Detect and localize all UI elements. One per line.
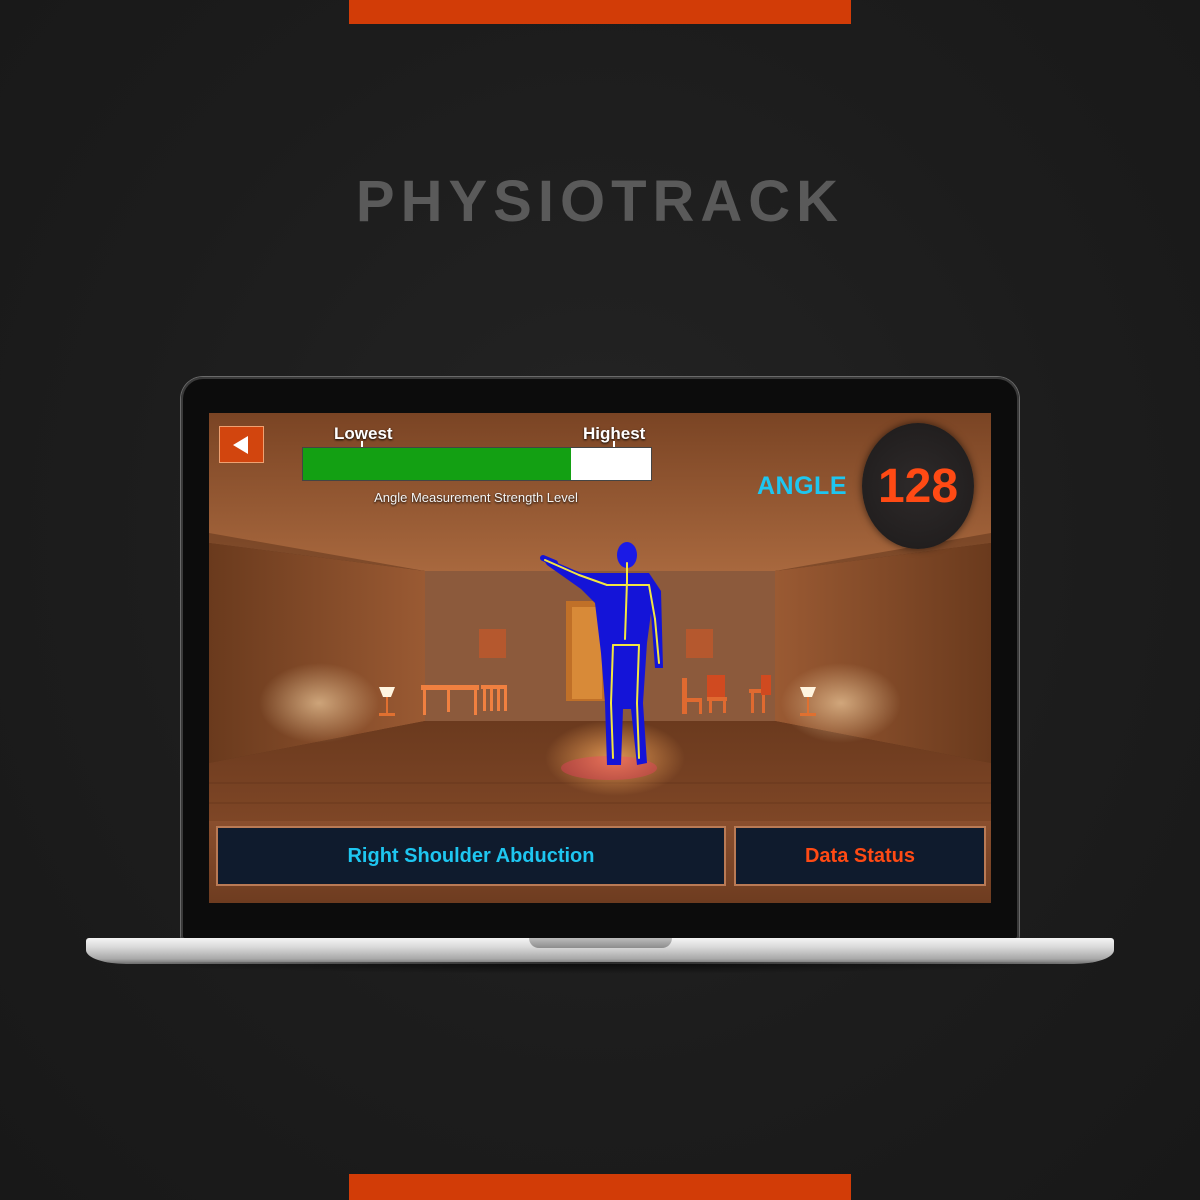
app-screen: Lowest Highest Angle Measurement Strengt… <box>209 413 991 903</box>
laptop-shadow <box>110 962 1090 974</box>
exercise-name: Right Shoulder Abduction <box>347 844 595 867</box>
angle-label: ANGLE <box>757 472 847 500</box>
strength-low-label: Lowest <box>334 424 393 443</box>
back-button[interactable] <box>219 426 264 463</box>
brand-title: PHYSIOTRACK <box>355 169 845 234</box>
data-status-button[interactable]: Data Status <box>734 826 986 886</box>
strength-meter-caption: Angle Measurement Strength Level <box>374 490 578 505</box>
top-accent-bar <box>349 0 851 24</box>
angle-value: 128 <box>877 459 959 513</box>
exercise-name-panel: Right Shoulder Abduction <box>216 826 726 886</box>
strength-meter-fill <box>303 448 571 480</box>
back-arrow-icon <box>232 435 248 454</box>
bottom-accent-bar <box>349 1174 851 1200</box>
angle-badge: 128 <box>862 423 974 549</box>
strength-meter <box>302 447 652 481</box>
laptop-notch <box>529 938 672 948</box>
data-status-label: Data Status <box>804 844 916 867</box>
